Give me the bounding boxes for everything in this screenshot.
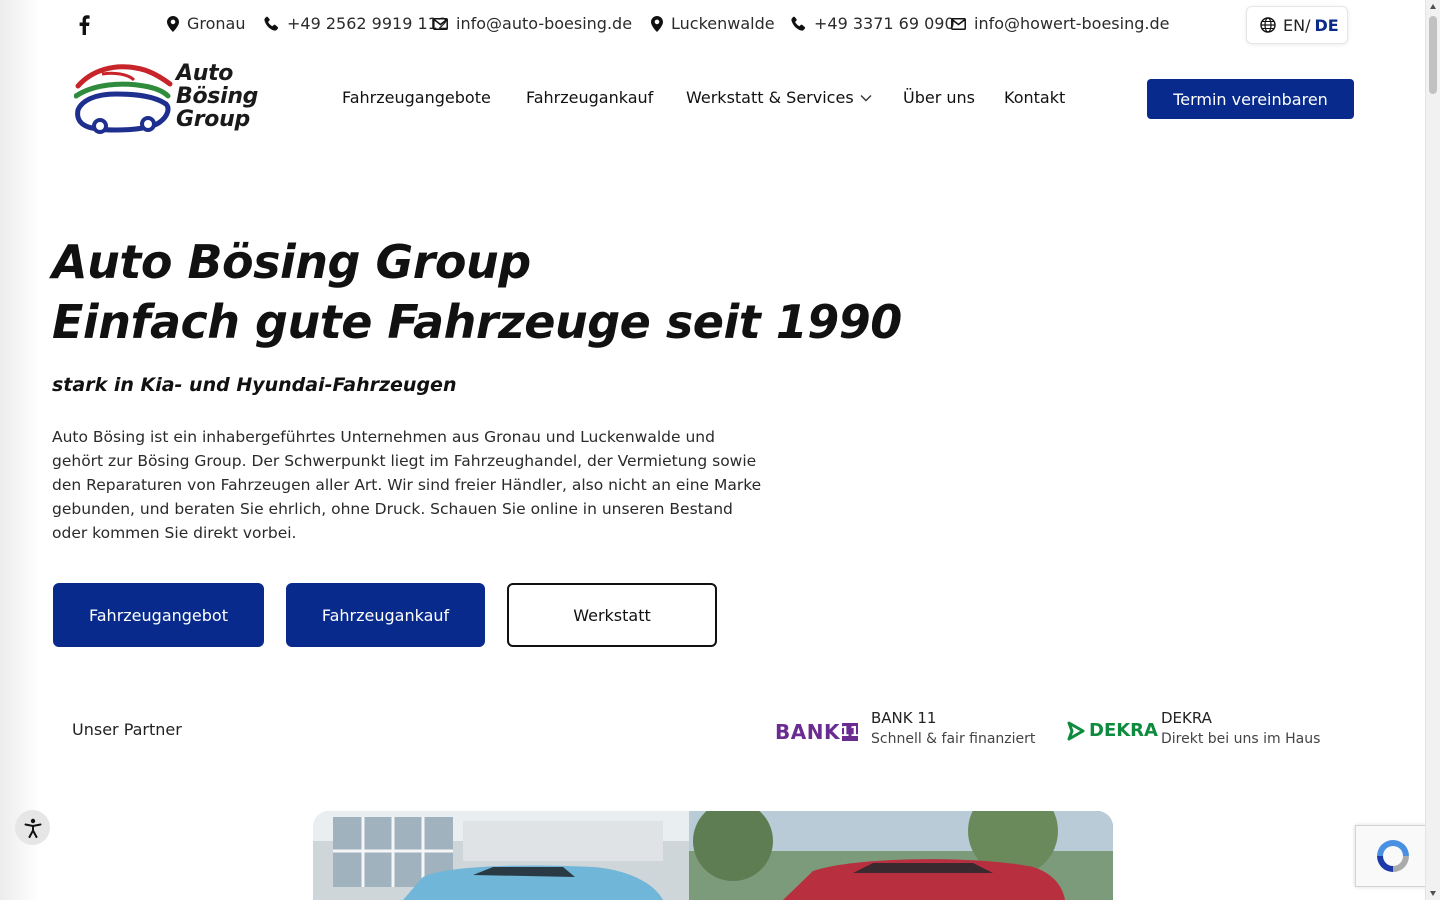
recaptcha-icon: [1377, 840, 1409, 872]
intro-line: oder kommen Sie direkt vorbei.: [52, 524, 297, 542]
accessibility-icon: [24, 818, 41, 838]
map-pin-icon: [651, 15, 663, 32]
envelope-icon: [433, 17, 448, 30]
nav-fahrzeugangebote[interactable]: Fahrzeugangebote: [342, 88, 491, 107]
logo-line-auto: Auto: [176, 61, 234, 86]
contact-email-luckenwalde[interactable]: info@howert-boesing.de: [951, 14, 1169, 33]
dekra-logo-text: DEKRA: [1089, 720, 1158, 741]
dekra-logo[interactable]: DEKRA: [1067, 720, 1158, 741]
phone-icon: [791, 16, 806, 31]
recaptcha-badge[interactable]: [1355, 825, 1430, 887]
intro-line: gehört zur Bösing Group. Der Schwerpunkt…: [52, 452, 757, 470]
contact-text: info@auto-boesing.de: [456, 14, 633, 33]
bank11-logo[interactable]: BANK 11: [775, 720, 860, 744]
globe-icon: [1260, 17, 1276, 33]
contact-text: +49 2562 9919 112: [287, 14, 448, 33]
nav-fahrzeugankauf[interactable]: Fahrzeugankauf: [526, 88, 653, 107]
partner-description-bank11: Schnell & fair finanziert: [871, 731, 1036, 747]
partners-label: Unser Partner: [72, 720, 182, 739]
intro-line: gebunden, und beraten Sie ehrlich, ohne …: [52, 500, 733, 518]
scrollbar-thumb[interactable]: [1429, 16, 1437, 94]
bank11-logo-text: BANK: [775, 720, 840, 744]
fahrzeugankauf-button[interactable]: Fahrzeugankauf: [286, 583, 485, 647]
scroll-down-arrow-icon[interactable]: [1430, 891, 1436, 896]
nav-ueber-uns[interactable]: Über uns: [903, 88, 975, 107]
page-side-shade: [0, 0, 40, 900]
facebook-icon[interactable]: [78, 15, 90, 35]
contact-text: Luckenwalde: [671, 14, 775, 33]
hero-intro: Auto Bösing ist ein inhabergeführtes Unt…: [52, 425, 767, 545]
hero-subtitle: stark in Kia- und Hyundai-Fahrzeugen: [52, 374, 457, 396]
hero-title-line-2: Einfach gute Fahrzeuge seit 1990: [52, 295, 902, 349]
contact-location-gronau[interactable]: Gronau: [167, 14, 246, 33]
contact-phone-gronau[interactable]: +49 2562 9919 112: [264, 14, 448, 33]
contact-bar: Gronau +49 2562 9919 112 info@auto-boesi…: [0, 0, 1425, 50]
hero-title-line-1: Auto Bösing Group: [52, 235, 531, 289]
nav-kontakt[interactable]: Kontakt: [1004, 88, 1065, 107]
language-de[interactable]: DE: [1314, 16, 1338, 35]
page-scrollbar[interactable]: [1425, 0, 1440, 900]
dekra-arrow-icon: [1067, 721, 1085, 740]
appointment-button[interactable]: Termin vereinbaren: [1147, 79, 1354, 119]
chevron-down-icon: [860, 94, 872, 101]
scroll-up-arrow-icon[interactable]: [1430, 4, 1436, 9]
contact-text: Gronau: [187, 14, 246, 33]
envelope-icon: [951, 17, 966, 30]
contact-location-luckenwalde[interactable]: Luckenwalde: [651, 14, 775, 33]
partner-name-bank11: BANK 11: [871, 709, 937, 727]
contact-email-gronau[interactable]: info@auto-boesing.de: [433, 14, 632, 33]
hero-title: Auto Bösing Group Einfach gute Fahrzeuge…: [52, 232, 902, 352]
contact-text: +49 3371 69 090: [814, 14, 955, 33]
logo-line-boesing: Bösing: [176, 84, 259, 109]
phone-icon: [264, 16, 279, 31]
intro-line: Auto Bösing ist ein inhabergeführtes Unt…: [52, 428, 715, 446]
language-en[interactable]: EN/: [1283, 16, 1310, 35]
partner-description-dekra: Direkt bei uns im Haus: [1161, 731, 1321, 747]
werkstatt-button[interactable]: Werkstatt: [507, 583, 717, 647]
logo-wordmark[interactable]: Auto Bösing Group: [176, 62, 258, 131]
accessibility-button[interactable]: [15, 810, 50, 845]
language-switcher[interactable]: EN/ DE: [1246, 6, 1348, 44]
logo-line-group: Group: [176, 107, 250, 132]
fahrzeugangebot-button[interactable]: Fahrzeugangebot: [53, 583, 264, 647]
bank11-logo-badge: 11: [840, 723, 860, 741]
nav-label: Werkstatt & Services: [686, 88, 854, 107]
contact-text: info@howert-boesing.de: [974, 14, 1170, 33]
nav-werkstatt-services[interactable]: Werkstatt & Services: [686, 88, 872, 107]
hero-cars-image: [313, 811, 1113, 900]
contact-phone-luckenwalde[interactable]: +49 3371 69 090: [791, 14, 955, 33]
partner-name-dekra: DEKRA: [1161, 709, 1212, 727]
map-pin-icon: [167, 15, 179, 32]
intro-line: den Reparaturen von Fahrzeugen aller Art…: [52, 476, 762, 494]
